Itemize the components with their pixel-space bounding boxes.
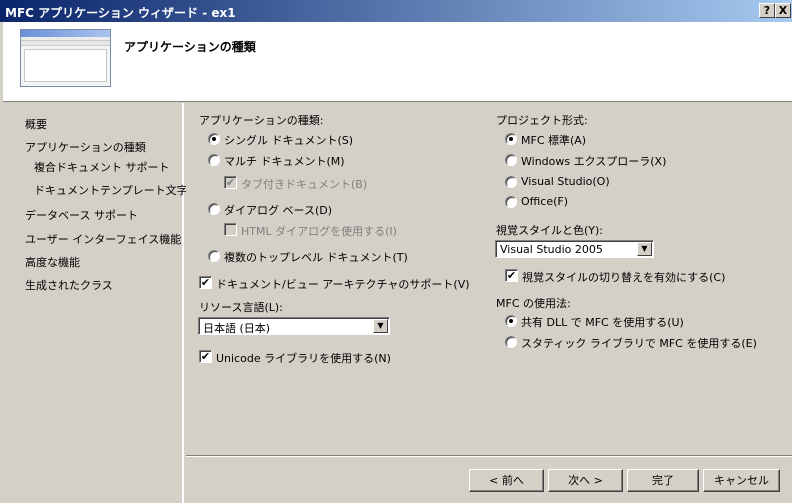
doc-view-check-icon: ✔ bbox=[199, 276, 212, 289]
unicode-label: Unicode ライブラリを使用する(N) bbox=[216, 352, 391, 365]
nav-advanced[interactable]: 高度な機能 bbox=[25, 254, 80, 270]
nav-ui-features[interactable]: ユーザー インターフェイス機能 bbox=[25, 231, 181, 247]
resource-language-label: リソース言語(L): bbox=[199, 301, 283, 314]
style-switch-check-icon: ✔ bbox=[505, 269, 518, 282]
page-title: アプリケーションの種類 bbox=[124, 40, 256, 54]
nav-overview[interactable]: 概要 bbox=[25, 116, 47, 132]
single-document-label: シングル ドキュメント(S) bbox=[224, 134, 354, 147]
dialog-based-label: ダイアログ ベース(D) bbox=[224, 204, 332, 217]
windows-explorer-label: Windows エクスプローラ(X) bbox=[521, 155, 667, 168]
help-button[interactable]: ? bbox=[759, 3, 775, 18]
multi-document-label: マルチ ドキュメント(M) bbox=[224, 155, 345, 168]
resource-language-value: 日本語 (日本) bbox=[203, 322, 271, 335]
window-title: MFC アプリケーション ウィザード - ex1 bbox=[5, 6, 236, 20]
visual-studio-label: Visual Studio(O) bbox=[521, 175, 610, 188]
html-dialog-label: HTML ダイアログを使用する(I) bbox=[241, 225, 397, 238]
nav-application-type[interactable]: アプリケーションの種類 bbox=[25, 139, 146, 155]
multiple-top-level-label: 複数のトップレベル ドキュメント(T) bbox=[224, 251, 408, 264]
project-style-label: プロジェクト形式: bbox=[496, 114, 588, 127]
chevron-down-icon[interactable]: ▼ bbox=[373, 319, 388, 333]
mfc-usage-label: MFC の使用法: bbox=[496, 297, 571, 310]
unicode-check-icon: ✔ bbox=[199, 350, 212, 363]
finish-button[interactable]: 完了 bbox=[627, 469, 699, 492]
footer-divider bbox=[186, 455, 792, 457]
wizard-header: アプリケーションの種類 bbox=[3, 22, 792, 102]
resource-language-select[interactable]: 日本語 (日本) ▼ bbox=[198, 317, 390, 335]
tabbed-document-label: タブ付きドキュメント(B) bbox=[241, 178, 368, 191]
nav-compound-document[interactable]: 複合ドキュメント サポート bbox=[34, 159, 170, 175]
next-button[interactable]: 次へ > bbox=[548, 469, 623, 492]
visual-style-label: 視覚スタイルと色(Y): bbox=[496, 224, 604, 237]
chevron-down-icon[interactable]: ▼ bbox=[637, 242, 652, 256]
app-preview-image bbox=[20, 29, 111, 87]
mfc-standard-label: MFC 標準(A) bbox=[521, 134, 587, 147]
close-button[interactable]: X bbox=[775, 3, 791, 18]
nav-database-support[interactable]: データベース サポート bbox=[25, 207, 138, 223]
doc-view-label: ドキュメント/ビュー アーキテクチャのサポート(V) bbox=[216, 278, 470, 291]
nav-document-template[interactable]: ドキュメントテンプレート文字列 bbox=[34, 182, 199, 198]
app-type-label: アプリケーションの種類: bbox=[199, 114, 324, 127]
static-library-label: スタティック ライブラリで MFC を使用する(E) bbox=[521, 337, 757, 350]
options-panel: アプリケーションの種類: シングル ドキュメント(S) マルチ ドキュメント(M… bbox=[186, 103, 792, 454]
nav-generated-classes[interactable]: 生成されたクラス bbox=[25, 277, 113, 293]
visual-style-value: Visual Studio 2005 bbox=[500, 243, 603, 256]
title-bar: MFC アプリケーション ウィザード - ex1 ? X bbox=[0, 0, 792, 22]
wizard-nav: 概要 アプリケーションの種類 複合ドキュメント サポート ドキュメントテンプレー… bbox=[3, 103, 199, 503]
cancel-button[interactable]: キャンセル bbox=[703, 469, 780, 492]
visual-style-select[interactable]: Visual Studio 2005 ▼ bbox=[495, 240, 654, 258]
shared-dll-label: 共有 DLL で MFC を使用する(U) bbox=[521, 316, 684, 329]
tabbed-check-icon: ✔ bbox=[224, 176, 237, 189]
prev-button[interactable]: < 前へ bbox=[469, 469, 544, 492]
office-label: Office(F) bbox=[521, 195, 569, 208]
style-switch-label: 視覚スタイルの切り替えを有効にする(C) bbox=[522, 271, 726, 284]
